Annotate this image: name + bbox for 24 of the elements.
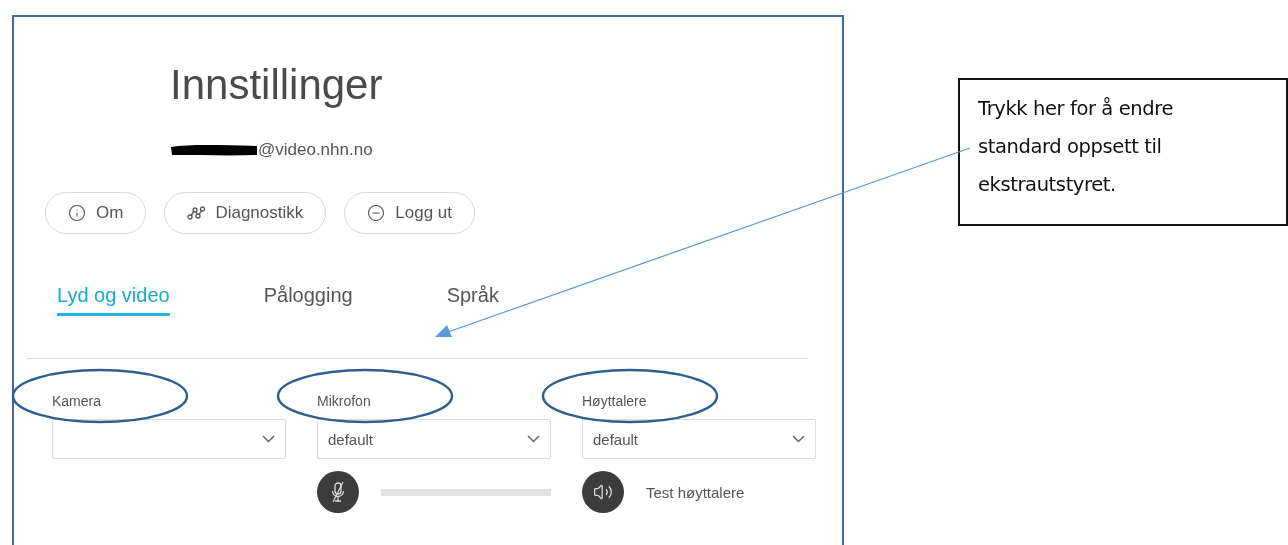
account-email: @video.nhn.no — [258, 140, 373, 161]
chevron-down-icon — [792, 435, 805, 444]
tab[interactable]: Språk — [446, 284, 499, 317]
device-select[interactable] — [52, 419, 286, 460]
callout-box: Trykk her for å endre standard oppsett til ekstrautstyret. — [958, 78, 1288, 226]
field-label: Mikrofon — [317, 393, 371, 410]
diagnostics-icon — [187, 206, 206, 221]
pill-button[interactable]: Om — [45, 192, 147, 235]
pill-button[interactable]: Diagnostikk — [164, 192, 327, 235]
chevron-down-icon — [262, 435, 275, 444]
tab[interactable]: Pålogging — [263, 284, 353, 317]
minus-circle-icon — [367, 204, 386, 223]
speaker-test-button[interactable] — [582, 471, 624, 514]
field-label: Høyttalere — [582, 393, 647, 410]
device-select[interactable]: default — [317, 419, 551, 460]
chevron-down-icon — [527, 435, 540, 444]
device-select[interactable]: default — [582, 419, 816, 460]
pill-button[interactable]: Logg ut — [344, 192, 475, 235]
muted-microphone-icon — [329, 481, 346, 504]
field-label: Kamera — [52, 393, 102, 410]
test-speakers-label: Test høyttalere — [646, 483, 745, 501]
page-title: Innstillinger — [170, 62, 383, 109]
mute-button[interactable] — [317, 471, 359, 514]
info-icon — [68, 204, 86, 223]
